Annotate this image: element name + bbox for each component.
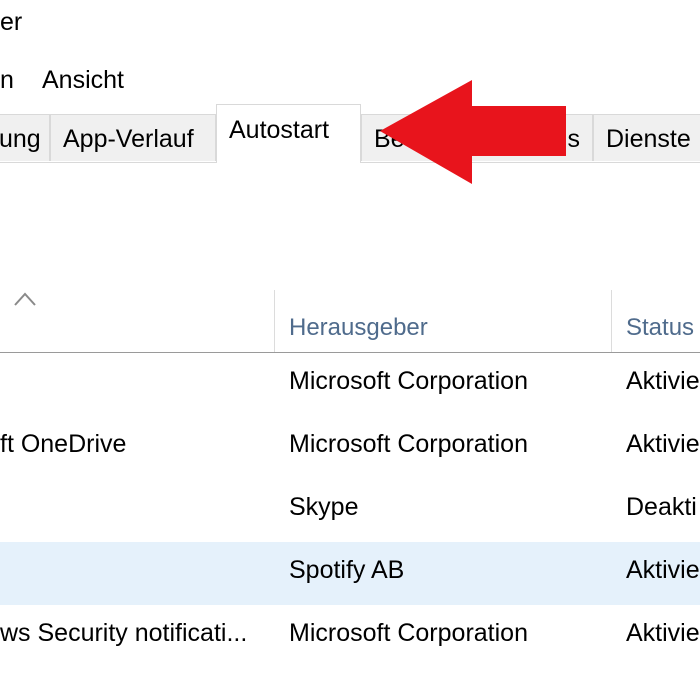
sort-ascending-icon[interactable] (12, 290, 38, 308)
row-publisher: Microsoft Corporation (289, 619, 528, 647)
column-separator[interactable] (274, 290, 275, 352)
task-manager-window: er n Ansicht ung App-Verlauf Autostart B… (0, 0, 700, 700)
tab-performance[interactable]: ung (0, 114, 50, 161)
table-row[interactable]: Skype Deakti (0, 479, 700, 542)
tab-services[interactable]: Dienste (593, 114, 700, 161)
column-header-publisher[interactable]: Herausgeber (289, 314, 428, 342)
window-title: er (0, 8, 23, 36)
row-publisher: Skype (289, 493, 359, 521)
tab-app-history[interactable]: App-Verlauf (50, 114, 216, 161)
table-row[interactable]: ft OneDrive Microsoft Corporation Aktivi… (0, 416, 700, 479)
row-publisher: Spotify AB (289, 556, 405, 584)
row-publisher: Microsoft Corporation (289, 430, 528, 458)
tab-strip: ung App-Verlauf Autostart Be ls Dienste (0, 104, 700, 163)
row-status: Aktivie (626, 556, 700, 584)
arrow-left-icon (380, 80, 566, 184)
column-header-status[interactable]: Status (626, 314, 694, 342)
row-status: Aktivie (626, 430, 700, 458)
row-status: Aktivie (626, 367, 700, 395)
column-header-row: Herausgeber Status (0, 282, 700, 353)
row-status: Aktivie (626, 619, 700, 647)
table-row[interactable]: ws Security notificati... Microsoft Corp… (0, 605, 700, 668)
row-name: ft OneDrive (0, 430, 127, 458)
menu-item-view[interactable]: Ansicht (42, 66, 124, 95)
startup-list: Microsoft Corporation Aktivie ft OneDriv… (0, 353, 700, 668)
table-row[interactable]: Microsoft Corporation Aktivie (0, 353, 700, 416)
column-separator[interactable] (611, 290, 612, 352)
menu-bar: n Ansicht (0, 66, 700, 100)
row-publisher: Microsoft Corporation (289, 367, 528, 395)
row-name: ws Security notificati... (0, 619, 248, 647)
tab-autostart[interactable]: Autostart (216, 104, 361, 163)
table-row-selected[interactable]: Spotify AB Aktivie (0, 542, 700, 605)
menu-item-options[interactable]: n (0, 66, 14, 95)
row-status: Deakti (626, 493, 697, 521)
